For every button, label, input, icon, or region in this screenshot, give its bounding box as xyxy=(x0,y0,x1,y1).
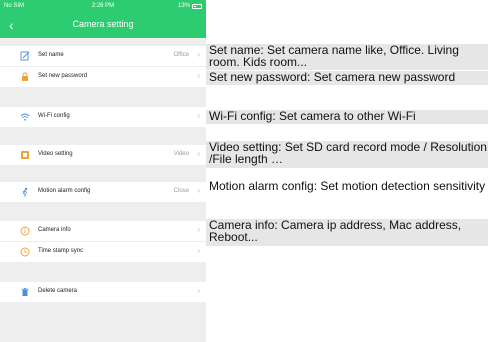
time-sync-row[interactable]: Time stamp sync › xyxy=(0,242,206,262)
chevron-right-icon: › xyxy=(197,286,200,295)
wifi-config-row[interactable]: Wi-Fi config › xyxy=(0,107,206,127)
nav-bar: ‹ Camera setting xyxy=(0,14,206,38)
chevron-right-icon: › xyxy=(197,71,200,80)
motion-icon xyxy=(22,187,28,197)
video-setting-row[interactable]: Video setting Video › xyxy=(0,145,206,165)
annotation-video-setting: Video setting: Set SD card record mode /… xyxy=(206,141,488,168)
trash-icon xyxy=(21,288,29,296)
time-sync-label: Time stamp sync xyxy=(38,248,84,254)
page-title: Camera setting xyxy=(72,19,134,29)
video-setting-value: Video xyxy=(173,151,189,157)
chevron-right-icon: › xyxy=(197,111,200,120)
delete-camera-row[interactable]: Delete camera › xyxy=(0,282,206,302)
wifi-icon xyxy=(20,113,30,121)
clock-icon xyxy=(20,247,30,257)
motion-alarm-label: Motion alarm config xyxy=(38,188,91,194)
video-icon xyxy=(21,151,29,159)
chevron-right-icon: › xyxy=(197,149,200,158)
annotation-motion-alarm: Motion alarm config: Set motion detectio… xyxy=(209,179,486,193)
battery-icon xyxy=(192,4,202,9)
battery-percent: 13% xyxy=(177,3,190,9)
video-setting-label: Video setting xyxy=(38,151,73,157)
clock-label: 2:26 PM xyxy=(91,3,115,9)
camera-info-row[interactable]: Camera info › xyxy=(0,221,206,241)
motion-alarm-row[interactable]: Motion alarm config Close › xyxy=(0,182,206,202)
annotation-set-name: Set name: Set camera name like, Office. … xyxy=(206,44,488,70)
delete-camera-label: Delete camera xyxy=(38,288,78,294)
chevron-right-icon: › xyxy=(197,186,200,195)
chevron-right-icon: › xyxy=(197,225,200,234)
info-icon xyxy=(20,226,30,236)
annotation-camera-info: Camera info: Camera ip address, Mac addr… xyxy=(206,219,488,246)
camera-info-label: Camera info xyxy=(38,227,71,233)
annotation-set-password: Set new password: Set camera new passwor… xyxy=(206,71,488,85)
wifi-config-label: Wi-Fi config xyxy=(38,113,70,119)
phone-screen: No SIM 2:26 PM 13% ‹ Camera setting Set … xyxy=(0,0,206,342)
set-name-label: Set name xyxy=(38,52,64,58)
edit-icon xyxy=(20,51,30,61)
set-name-value: Office xyxy=(173,52,189,58)
status-bar: No SIM 2:26 PM 13% xyxy=(0,0,206,14)
motion-alarm-value: Close xyxy=(173,188,189,194)
set-password-label: Set new password xyxy=(38,73,88,79)
set-password-row[interactable]: Set new password › xyxy=(0,67,206,87)
chevron-right-icon: › xyxy=(197,246,200,255)
lock-icon xyxy=(22,72,28,81)
chevron-right-icon: › xyxy=(197,50,200,59)
annotation-wifi-config: Wi-Fi config: Set camera to other Wi-Fi xyxy=(206,110,488,124)
set-name-row[interactable]: Set name Office › xyxy=(0,46,206,66)
